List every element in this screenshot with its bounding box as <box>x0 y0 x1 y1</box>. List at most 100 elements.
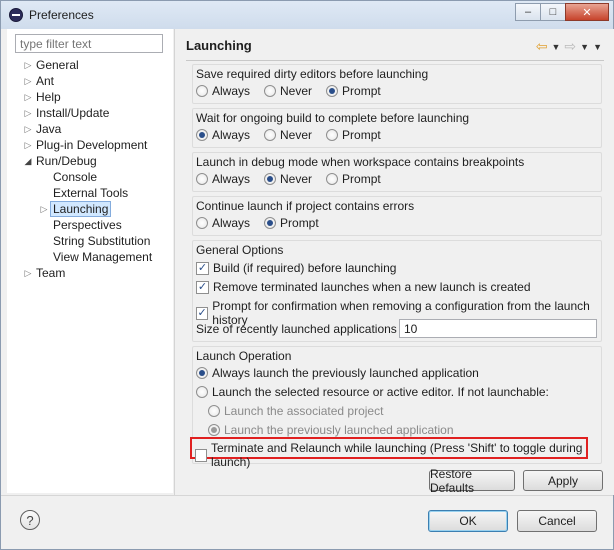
close-button[interactable]: ✕ <box>565 3 609 21</box>
radio-indicator <box>326 85 339 97</box>
history-size-input[interactable]: 10 <box>399 319 597 338</box>
tree-item-label: External Tools <box>53 186 129 200</box>
continue-errors-group: Continue launch if project contains erro… <box>192 196 602 236</box>
footer-separator <box>1 495 613 496</box>
help-icon[interactable]: ? <box>20 510 40 530</box>
maximize-button[interactable]: □ <box>540 3 566 21</box>
expand-icon[interactable]: ▷ <box>39 201 49 217</box>
radio-never[interactable]: Never <box>264 84 312 98</box>
tree-item-label: Plug-in Development <box>36 138 148 152</box>
terminate-relaunch-checkbox[interactable]: Terminate and Relaunch while launching (… <box>195 441 586 469</box>
preference-tree-pane: ▷ General ▷ Ant ▷ Help ▷ Install/Update … <box>7 29 173 493</box>
tree-item-string-substitution[interactable]: String Substitution <box>7 233 173 249</box>
radio-launch-previous[interactable]: Always launch the previously launched ap… <box>196 366 479 380</box>
tree-item-ant[interactable]: ▷ Ant <box>7 73 173 89</box>
radio-always[interactable]: Always <box>196 84 250 98</box>
tree-item-run-debug[interactable]: ◢ Run/Debug <box>7 153 173 169</box>
radio-row: Always Prompt <box>196 216 333 230</box>
expand-icon[interactable]: ▷ <box>23 121 33 137</box>
tree-item-launching[interactable]: ▷ Launching <box>7 201 173 217</box>
radio-never[interactable]: Never <box>264 172 312 186</box>
preferences-window: Preferences – □ ✕ ▷ General ▷ Ant ▷ Help… <box>0 0 614 550</box>
window-controls: – □ ✕ <box>515 3 609 21</box>
group-title: Save required dirty editors before launc… <box>196 67 429 81</box>
tree-item-java[interactable]: ▷ Java <box>7 121 173 137</box>
expand-icon[interactable]: ▷ <box>23 73 33 89</box>
radio-label: Launch the previously launched applicati… <box>224 423 454 437</box>
filter-input[interactable] <box>15 34 163 53</box>
checkbox-label: Build (if required) before launching <box>213 261 397 275</box>
tree-item-install-update[interactable]: ▷ Install/Update <box>7 105 173 121</box>
radio-indicator <box>208 405 220 417</box>
radio-indicator <box>196 173 208 185</box>
page-title: Launching <box>186 38 252 53</box>
expand-icon[interactable]: ▷ <box>23 265 33 281</box>
tree-item-help[interactable]: ▷ Help <box>7 89 173 105</box>
radio-row: Launch the selected resource or active e… <box>196 385 563 399</box>
tree-item-plugin-development[interactable]: ▷ Plug-in Development <box>7 137 173 153</box>
radio-always[interactable]: Always <box>196 216 250 230</box>
radio-label: Always launch the previously launched ap… <box>212 366 479 380</box>
restore-defaults-button[interactable]: Restore Defaults <box>429 467 515 495</box>
radio-row: Always Never Prompt <box>196 84 395 98</box>
radio-row: Always Never Prompt <box>196 172 395 186</box>
title-bar[interactable]: Preferences – □ ✕ <box>1 1 613 29</box>
tree-item-view-management[interactable]: View Management <box>7 249 173 265</box>
ok-button[interactable]: OK <box>428 510 508 532</box>
tree-item-general[interactable]: ▷ General <box>7 57 173 73</box>
checkmark-icon: ✓ <box>196 306 209 320</box>
tree-item-console[interactable]: Console <box>7 169 173 185</box>
radio-label: Always <box>212 216 251 230</box>
tree-item-label: General <box>36 58 79 72</box>
radio-never[interactable]: Never <box>264 128 312 142</box>
group-title: Launch in debug mode when workspace cont… <box>196 155 525 169</box>
radio-launch-associated-project[interactable]: Launch the associated project <box>208 404 383 418</box>
radio-indicator <box>264 129 277 141</box>
debug-mode-group: Launch in debug mode when workspace cont… <box>192 152 602 192</box>
general-options-group: General Options ✓ Build (if required) be… <box>192 240 602 342</box>
eclipse-icon <box>9 8 23 22</box>
radio-indicator <box>196 367 208 379</box>
radio-prompt[interactable]: Prompt <box>326 172 381 186</box>
tree-item-team[interactable]: ▷ Team <box>7 265 173 281</box>
radio-label: Prompt <box>280 216 319 230</box>
tree-item-perspectives[interactable]: Perspectives <box>7 217 173 233</box>
radio-label: Never <box>280 172 313 186</box>
radio-always[interactable]: Always <box>196 128 250 142</box>
history-size-label: Size of recently launched applications l… <box>196 322 419 336</box>
radio-prompt[interactable]: Prompt <box>326 84 381 98</box>
terminate-relaunch-highlight: Terminate and Relaunch while launching (… <box>190 437 588 469</box>
tree-item-external-tools[interactable]: External Tools <box>7 185 173 201</box>
expand-icon[interactable]: ▷ <box>23 89 33 105</box>
cancel-button[interactable]: Cancel <box>517 510 597 532</box>
radio-label: Launch the associated project <box>224 404 384 418</box>
title-separator <box>186 60 604 61</box>
page-navigation: ⇦ ▼ ⇨ ▼ ▼ <box>536 38 602 55</box>
radio-prompt[interactable]: Prompt <box>264 216 319 230</box>
radio-launch-previous-fallback[interactable]: Launch the previously launched applicati… <box>208 423 454 437</box>
minimize-button[interactable]: – <box>515 3 541 21</box>
tree-item-label: Team <box>36 266 66 280</box>
radio-label: Always <box>212 172 251 186</box>
radio-prompt[interactable]: Prompt <box>326 128 381 142</box>
build-before-launch-checkbox[interactable]: ✓ Build (if required) before launching <box>196 261 396 275</box>
tree-item-label: Java <box>36 122 62 136</box>
radio-always[interactable]: Always <box>196 172 250 186</box>
expand-icon[interactable]: ▷ <box>23 57 33 73</box>
tree-item-label: String Substitution <box>53 234 151 248</box>
forward-arrow-icon[interactable]: ⇨ <box>564 38 576 55</box>
radio-indicator <box>326 173 339 185</box>
collapse-icon[interactable]: ◢ <box>23 153 33 169</box>
expand-icon[interactable]: ▷ <box>23 105 33 121</box>
back-arrow-icon[interactable]: ⇦ <box>536 38 548 55</box>
remove-terminated-checkbox[interactable]: ✓ Remove terminated launches when a new … <box>196 280 531 294</box>
tree-item-label: Console <box>53 170 98 184</box>
radio-label: Prompt <box>342 172 381 186</box>
back-dropdown-icon[interactable]: ▼ <box>552 42 561 52</box>
apply-button[interactable]: Apply <box>523 470 603 491</box>
view-menu-icon[interactable]: ▼ <box>593 42 602 52</box>
radio-label: Always <box>212 84 251 98</box>
forward-dropdown-icon[interactable]: ▼ <box>580 42 589 52</box>
radio-launch-selected[interactable]: Launch the selected resource or active e… <box>196 385 549 399</box>
expand-icon[interactable]: ▷ <box>23 137 33 153</box>
